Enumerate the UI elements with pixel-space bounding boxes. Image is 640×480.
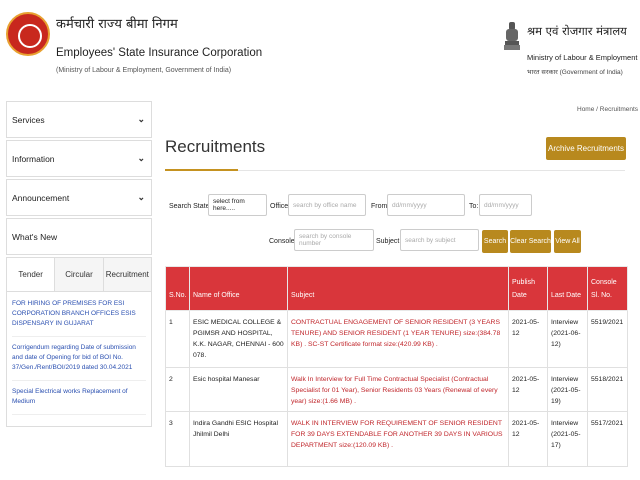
cell-console: 5519/2021	[587, 310, 628, 368]
cell-last: Interview (2021-05-17)	[547, 411, 588, 467]
state-select[interactable]: select from here.....	[208, 194, 267, 216]
org-name-english: Employees' State Insurance Corporation	[56, 47, 263, 59]
col-publish-date: Publish Date	[508, 266, 548, 311]
console-input[interactable]: search by console number	[294, 229, 374, 251]
cell-subject-link[interactable]: WALK IN INTERVIEW FOR REQUIREMENT OF SEN…	[287, 411, 509, 467]
search-button[interactable]: Search	[482, 230, 508, 253]
page-title: Recruitments	[165, 137, 266, 156]
sidebar-item-services[interactable]: Services ⌄	[6, 101, 152, 138]
subject-label: Subject:	[376, 238, 402, 245]
cell-subject-link[interactable]: Walk In Interview for Full Time Contract…	[287, 367, 509, 412]
cell-office: ESIC MEDICAL COLLEGE & PGIMSR AND HOSPIT…	[189, 310, 288, 368]
site-header: कर्मचारी राज्य बीमा निगम Employees' Stat…	[0, 0, 640, 92]
subject-input[interactable]: search by subject	[400, 229, 479, 251]
from-date-input[interactable]: dd/mm/yyyy	[387, 194, 465, 216]
col-last-date: Last Date	[547, 266, 588, 311]
news-link[interactable]: Corrigendum regarding Date of submission…	[12, 340, 146, 381]
to-date-input[interactable]: dd/mm/yyyy	[479, 194, 532, 216]
title-divider	[165, 169, 625, 171]
cell-console: 5517/2021	[587, 411, 628, 467]
cell-sno: 3	[165, 411, 190, 467]
recruitments-table: S.No. Name of Office Subject Publish Dat…	[165, 266, 628, 467]
clear-search-button[interactable]: Clear Search	[510, 230, 551, 253]
cell-sno: 2	[165, 367, 190, 412]
cell-last: Interview (2021-05-19)	[547, 367, 588, 412]
cell-publish: 2021-05-12	[508, 310, 548, 368]
national-emblem-icon	[504, 22, 520, 50]
sidebar: Services ⌄ Information ⌄ Announcement ⌄ …	[6, 101, 152, 427]
ministry-name-hindi: श्रम एवं रोजगार मंत्रालय	[527, 24, 627, 38]
cell-office: Indira Gandhi ESIC Hospital Jhilmil Delh…	[189, 411, 288, 467]
archive-recruitments-button[interactable]: Archive Recruitments	[546, 137, 626, 160]
table-header-row: S.No. Name of Office Subject Publish Dat…	[165, 266, 628, 311]
tab-recruitment[interactable]: Recruitment	[102, 258, 151, 291]
col-subject: Subject	[287, 266, 509, 311]
table-row: 3 Indira Gandhi ESIC Hospital Jhilmil De…	[165, 411, 628, 467]
news-link[interactable]: Special Electrical works Replacement of …	[12, 384, 146, 415]
news-tabs: Tender Circular Recruitment	[7, 258, 151, 292]
ministry-name-english: Ministry of Labour & Employment	[527, 53, 638, 62]
sidebar-item-announcement[interactable]: Announcement ⌄	[6, 179, 152, 216]
chevron-down-icon: ⌄	[137, 153, 145, 163]
table-row: 1 ESIC MEDICAL COLLEGE & PGIMSR AND HOSP…	[165, 310, 628, 368]
col-office: Name of Office	[189, 266, 288, 311]
sidebar-item-whats-new[interactable]: What's New	[6, 218, 152, 255]
to-label: To:	[469, 203, 479, 210]
chevron-down-icon: ⌄	[137, 192, 145, 202]
cell-publish: 2021-05-12	[508, 367, 548, 412]
col-console: Console Sl. No.	[587, 266, 628, 311]
org-name-hindi: कर्मचारी राज्य बीमा निगम	[56, 17, 178, 32]
news-tabs-panel: Tender Circular Recruitment FOR HIRING O…	[6, 257, 152, 427]
cell-subject-link[interactable]: CONTRACTUAL ENGAGEMENT OF SENIOR RESIDEN…	[287, 310, 509, 368]
news-list: FOR HIRING OF PREMISES FOR ESI CORPORATI…	[7, 292, 151, 422]
esic-logo-icon[interactable]	[6, 12, 50, 56]
news-link[interactable]: FOR HIRING OF PREMISES FOR ESI CORPORATI…	[12, 296, 146, 337]
ministry-subtitle: भारत सरकार (Government of India)	[527, 69, 623, 76]
cell-publish: 2021-05-12	[508, 411, 548, 467]
chevron-down-icon: ⌄	[137, 114, 145, 124]
office-input[interactable]: search by office name	[288, 194, 366, 216]
sidebar-item-label: Services	[12, 114, 45, 125]
col-sno: S.No.	[165, 266, 190, 311]
cell-console: 5518/2021	[587, 367, 628, 412]
cell-sno: 1	[165, 310, 190, 368]
tab-tender[interactable]: Tender	[7, 258, 55, 291]
sidebar-item-label: What's New	[12, 231, 58, 242]
cell-office: Esic hospital Manesar	[189, 367, 288, 412]
breadcrumb[interactable]: Home / Recruitments	[577, 106, 638, 113]
org-subtitle: (Ministry of Labour & Employment, Govern…	[56, 67, 232, 74]
sidebar-item-label: Information	[12, 153, 55, 164]
tab-circular[interactable]: Circular	[54, 258, 103, 291]
cell-last: Interview (2021-06-12)	[547, 310, 588, 368]
console-label: Console:	[269, 238, 297, 245]
view-all-button[interactable]: View All	[554, 230, 581, 253]
sidebar-item-label: Announcement	[12, 192, 70, 203]
table-row: 2 Esic hospital Manesar Walk In Intervie…	[165, 367, 628, 412]
sidebar-item-information[interactable]: Information ⌄	[6, 140, 152, 177]
